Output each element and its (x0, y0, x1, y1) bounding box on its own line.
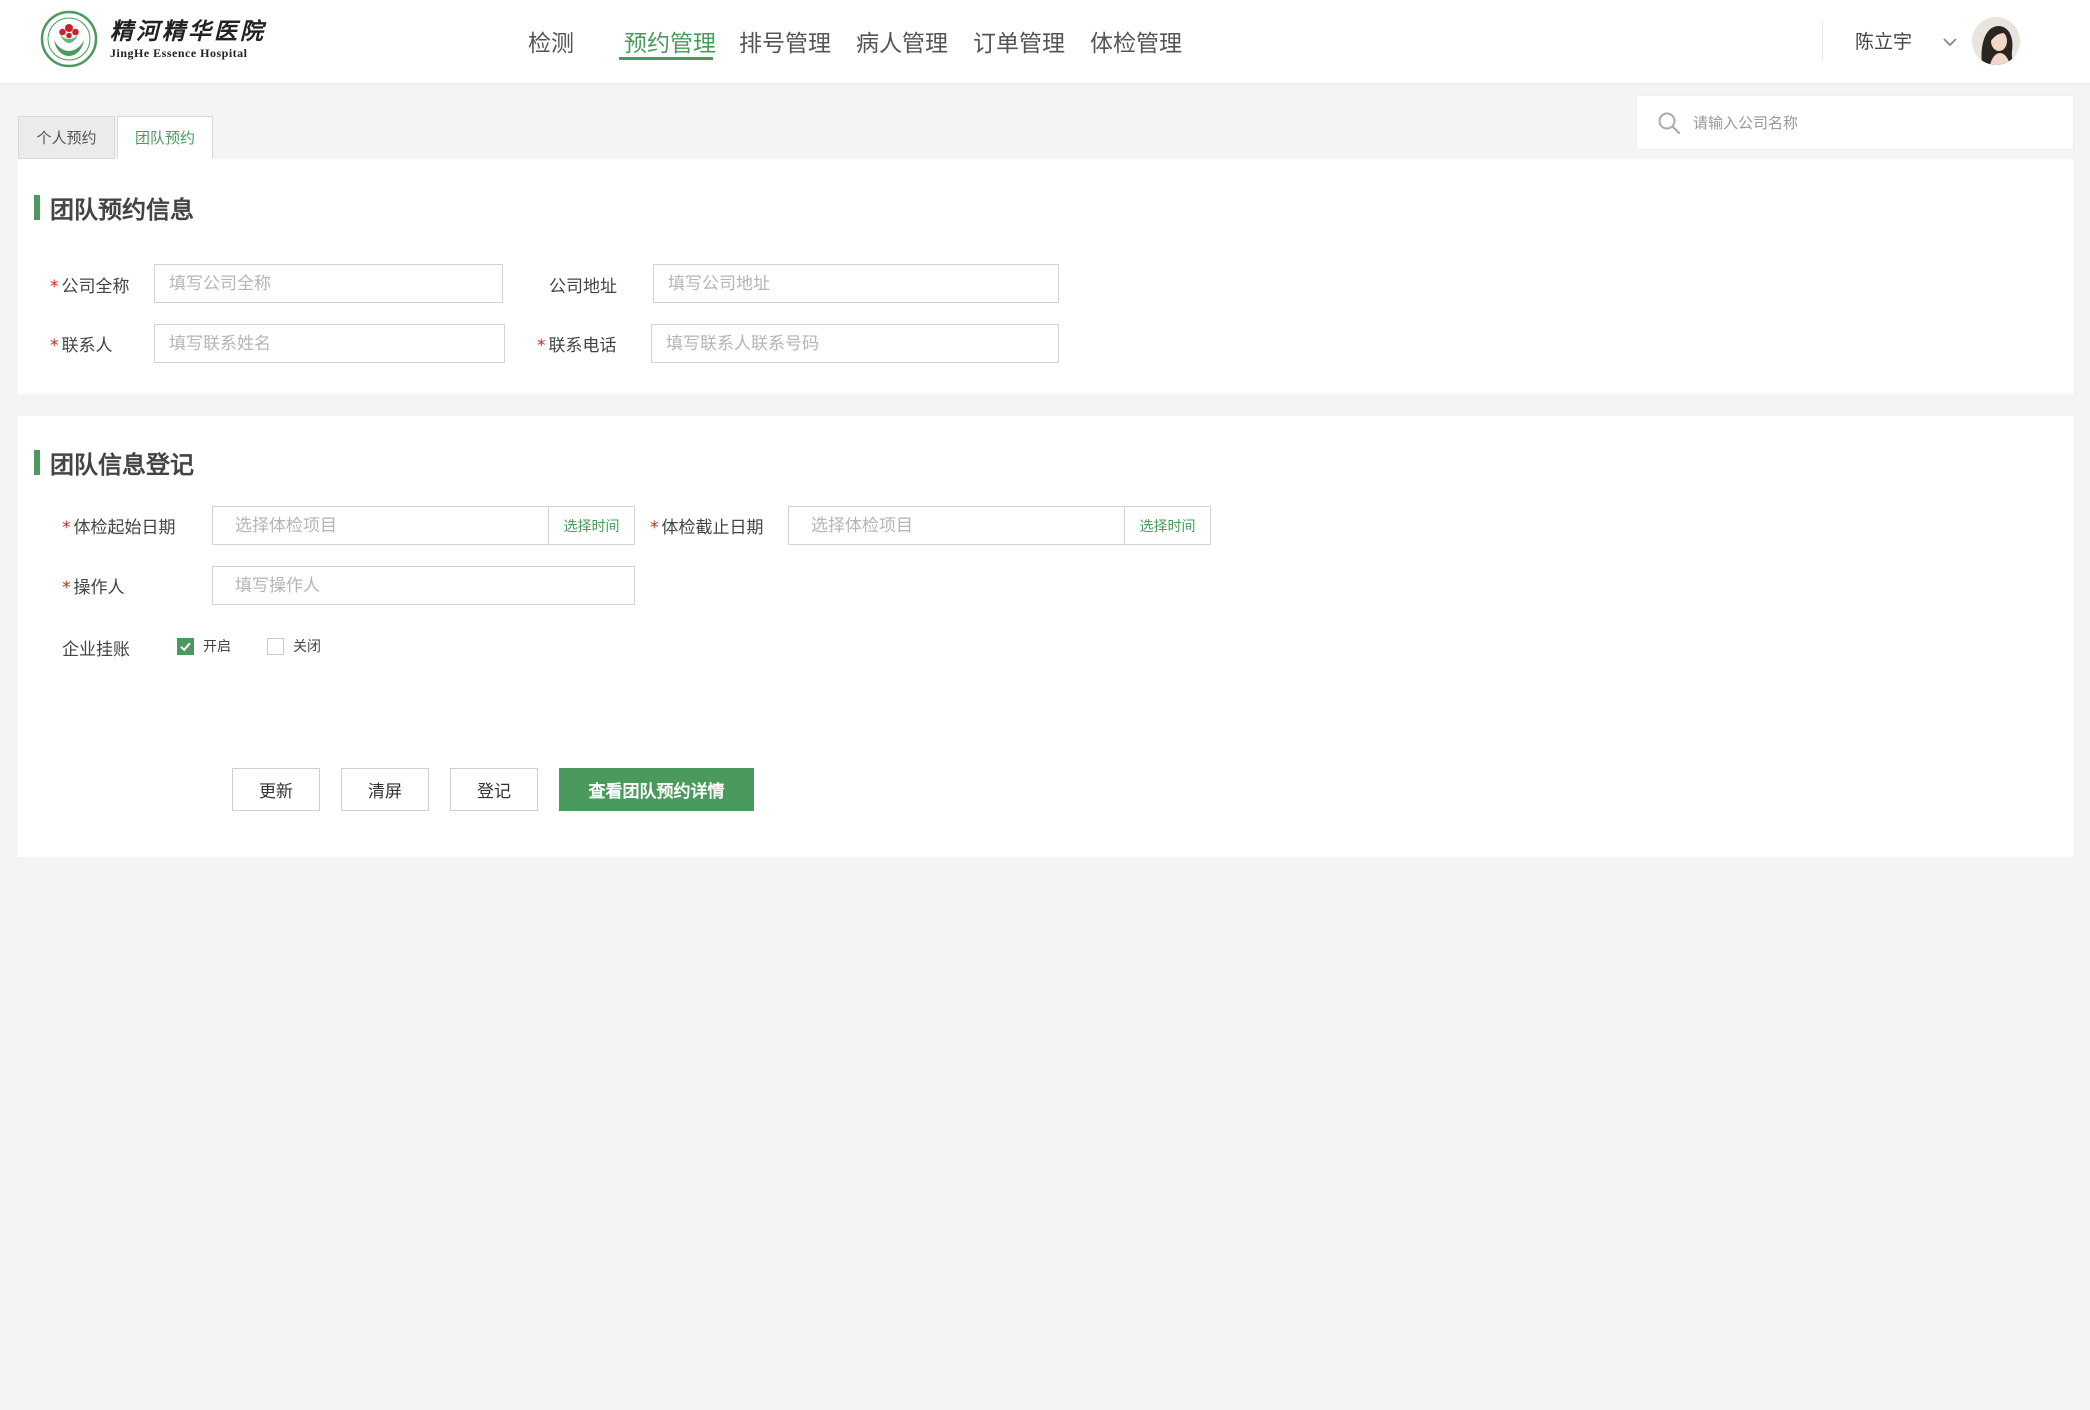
hospital-name-cn: 精河精华医院 (110, 18, 266, 45)
credit-off-checkbox[interactable]: 关闭 (267, 636, 321, 656)
required-mark: * (650, 518, 659, 538)
nav-item-patient-management[interactable]: 病人管理 (856, 24, 948, 58)
company-search (1636, 95, 2074, 150)
end-date-label: * 体检截止日期 (650, 518, 764, 538)
nav-item-appointment-management[interactable]: 预约管理 (624, 24, 716, 58)
update-button[interactable]: 更新 (232, 768, 320, 811)
hospital-name-en: JingHe Essence Hospital (110, 46, 248, 60)
checkbox-empty-icon[interactable] (267, 637, 284, 655)
credit-on-checkbox[interactable]: 开启 (177, 636, 231, 656)
contact-phone-field[interactable] (651, 324, 1059, 363)
start-date-input[interactable] (213, 507, 548, 544)
view-team-appointment-details-button[interactable]: 查看团队预约详情 (559, 768, 754, 811)
section-title-team-register: 团队信息登记 (34, 445, 194, 480)
section-accent-bar (34, 450, 40, 475)
end-date-select-time-button[interactable]: 选择时间 (1124, 507, 1210, 544)
search-icon[interactable] (1657, 111, 1681, 135)
tab-personal-appointment[interactable]: 个人预约 (18, 116, 115, 159)
credit-off-label: 关闭 (293, 639, 321, 655)
required-mark: * (50, 336, 59, 356)
nav-item-checkup-management[interactable]: 体检管理 (1090, 24, 1182, 58)
end-date-input[interactable] (789, 507, 1124, 544)
clear-screen-button[interactable]: 清屏 (341, 768, 429, 811)
team-register-panel: 团队信息登记 *体检起始日期 选择时间 *体检截止日期 选择时间 *操作人 企业… (18, 416, 2074, 857)
section-accent-bar (34, 195, 40, 220)
required-mark: * (50, 277, 59, 297)
enterprise-credit-label: 企业挂账 (62, 640, 130, 660)
required-mark: * (62, 578, 71, 598)
company-address-field[interactable] (653, 264, 1059, 303)
checkbox-checked-icon[interactable] (177, 637, 194, 655)
header-divider (1822, 22, 1823, 60)
company-search-input[interactable] (1693, 108, 2053, 138)
top-header: 精河精华医院 JingHe Essence Hospital 检测 预约管理 排… (0, 0, 2090, 83)
start-date-label: * 体检起始日期 (62, 518, 176, 538)
section-title-text: 团队信息登记 (50, 451, 194, 479)
operator-label: * 操作人 (62, 578, 125, 598)
register-button[interactable]: 登记 (450, 768, 538, 811)
start-date-select-time-button[interactable]: 选择时间 (548, 507, 634, 544)
nav-active-indicator (619, 57, 713, 60)
contact-person-label: * 联系人 (50, 336, 113, 356)
chevron-down-icon[interactable] (1940, 32, 1960, 52)
team-info-panel: 团队预约信息 *公司全称 公司地址 *联系人 *联系电话 (18, 159, 2074, 394)
user-avatar[interactable] (1972, 17, 2020, 65)
contact-person-field[interactable] (154, 324, 505, 363)
company-name-field[interactable] (154, 264, 503, 303)
user-name[interactable]: 陈立宇 (1855, 27, 1912, 54)
nav-item-order-management[interactable]: 订单管理 (973, 24, 1065, 58)
company-name-label: * 公司全称 (50, 277, 130, 297)
contact-phone-label: * 联系电话 (537, 336, 617, 356)
hospital-emblem-icon (40, 10, 98, 68)
nav-item-queue-management[interactable]: 排号管理 (739, 24, 831, 58)
start-date-picker: 选择时间 (212, 506, 635, 545)
nav-item-detection[interactable]: 检测 (528, 24, 574, 58)
section-title-team-info: 团队预约信息 (34, 190, 194, 225)
section-title-text: 团队预约信息 (50, 196, 194, 224)
required-mark: * (62, 518, 71, 538)
credit-on-label: 开启 (203, 639, 231, 655)
operator-field[interactable] (212, 566, 635, 605)
tab-team-appointment[interactable]: 团队预约 (117, 116, 213, 159)
company-address-label: 公司地址 (549, 277, 617, 297)
end-date-picker: 选择时间 (788, 506, 1211, 545)
avatar-portrait-icon (1972, 17, 2020, 65)
hospital-logo[interactable]: 精河精华医院 JingHe Essence Hospital (40, 10, 266, 68)
required-mark: * (537, 336, 546, 356)
